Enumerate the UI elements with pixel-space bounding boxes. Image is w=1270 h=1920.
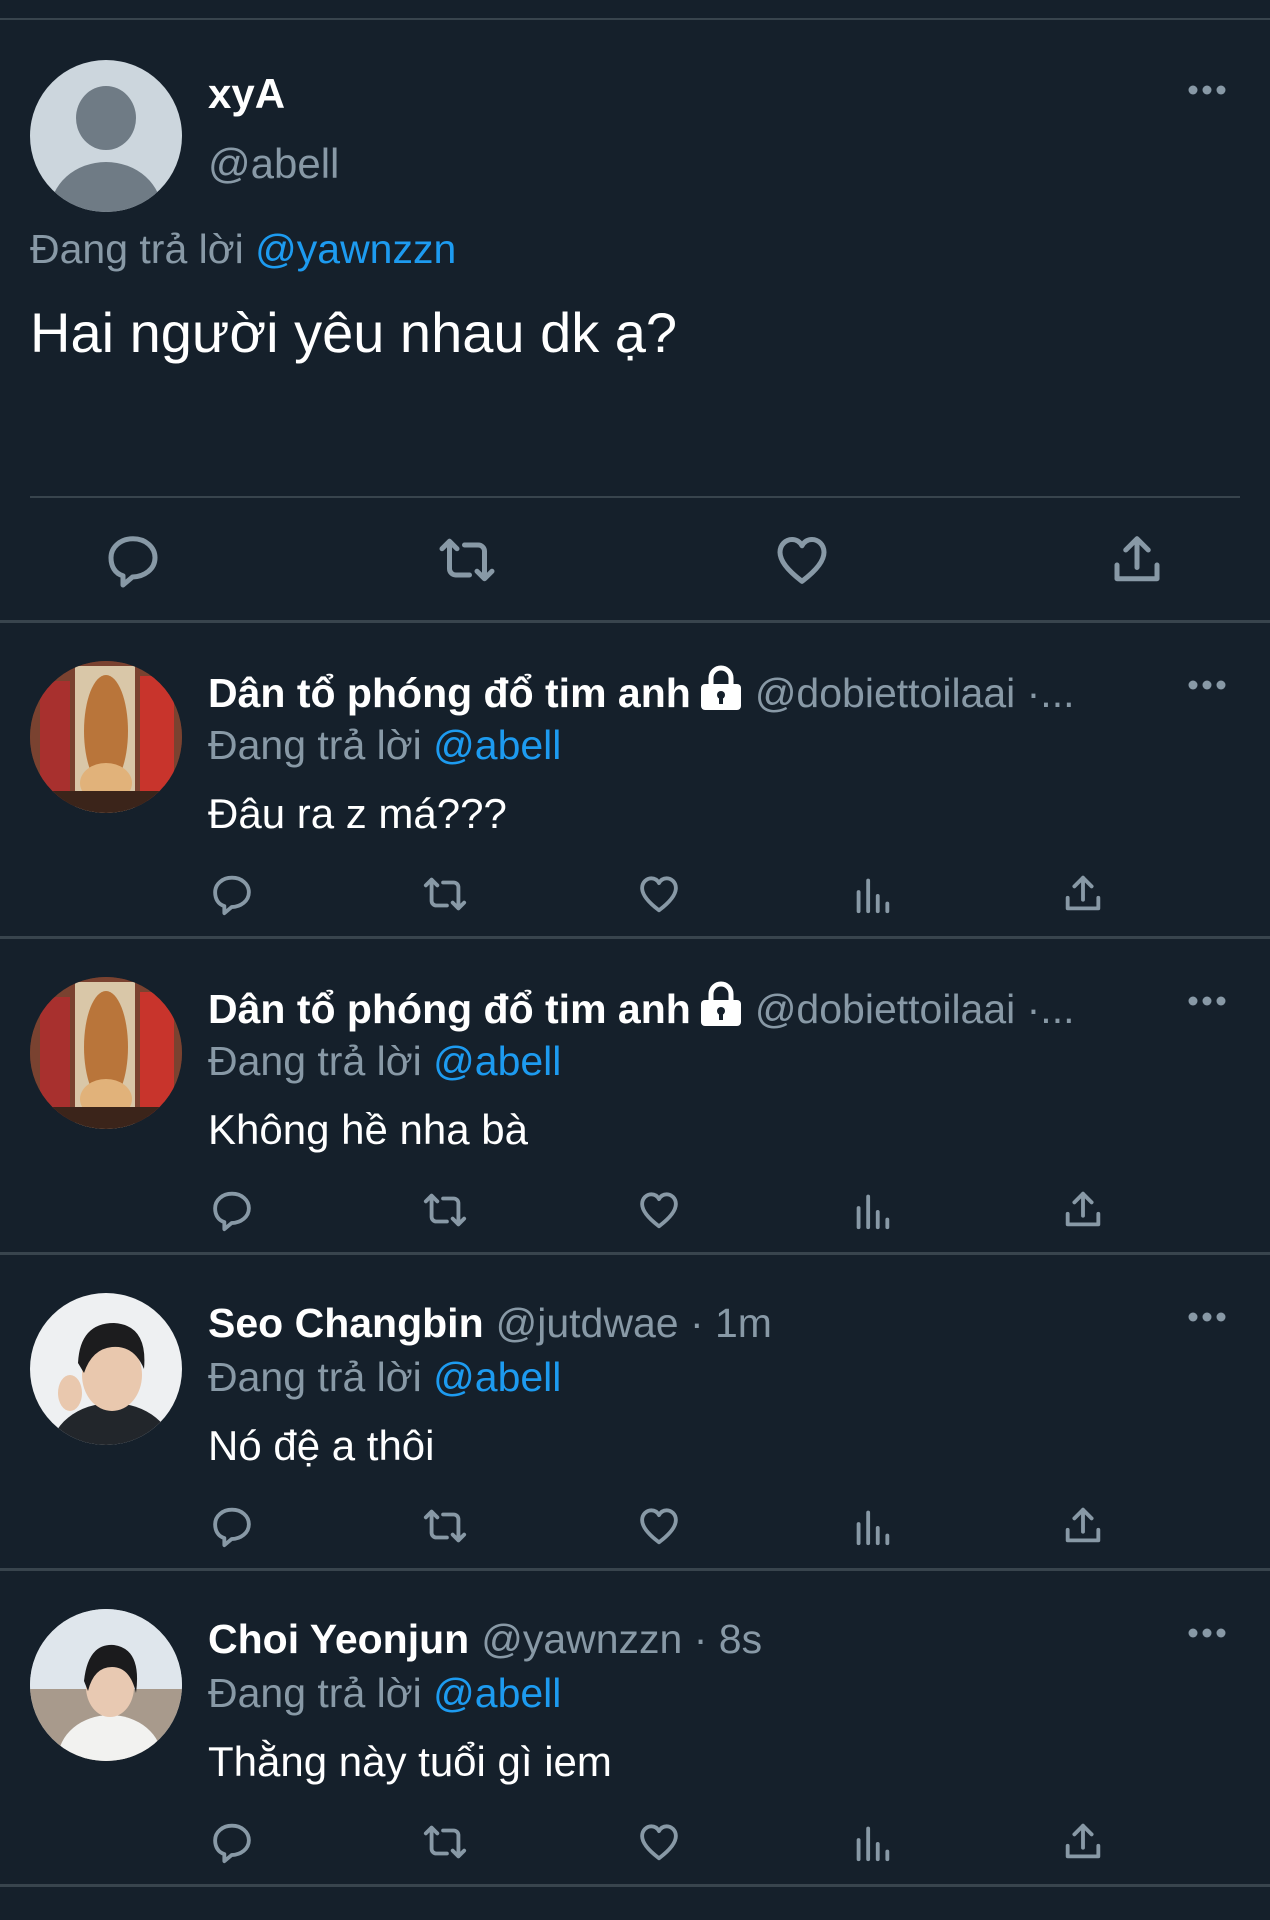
reply-tweet[interactable]: Choi Yeonjun @yawnzzn · 8s Đang trả lời @…	[0, 1571, 1270, 1887]
tweet-text: Nó đệ a thôi	[208, 1422, 435, 1469]
retweet-icon[interactable]	[422, 1187, 468, 1233]
like-icon[interactable]	[636, 1819, 682, 1865]
author-name[interactable]: Dân tổ phóng đổ tim anh	[208, 986, 691, 1032]
author-name[interactable]: Dân tổ phóng đổ tim anh	[208, 670, 691, 716]
analytics-icon[interactable]	[849, 871, 895, 917]
more-options-icon[interactable]	[1188, 995, 1226, 1007]
like-icon[interactable]	[636, 1187, 682, 1233]
replying-to-mention[interactable]: @abell	[433, 1354, 561, 1400]
author-name[interactable]: Seo Changbin	[208, 1300, 484, 1346]
more-options-icon[interactable]	[1188, 679, 1226, 691]
author-handle-time[interactable]: @jutdwae · 1m	[496, 1300, 772, 1346]
author-handle-time[interactable]: @dobiettoilaai ·...	[755, 670, 1075, 716]
analytics-icon[interactable]	[849, 1819, 895, 1865]
replying-to-mention[interactable]: @abell	[433, 722, 561, 768]
reply-tweet[interactable]: Dân tổ phóng đổ tim anh @dobiettoilaai ·…	[0, 623, 1270, 939]
share-icon[interactable]	[1060, 1819, 1106, 1865]
avatar[interactable]	[30, 661, 182, 813]
author-handle-time[interactable]: @yawnzzn · 8s	[481, 1616, 762, 1662]
like-icon[interactable]	[636, 871, 682, 917]
divider	[30, 496, 1240, 498]
replying-to-mention[interactable]: @abell	[433, 1038, 561, 1084]
replying-to-mention[interactable]: @abell	[433, 1670, 561, 1716]
more-options-icon[interactable]	[1188, 84, 1226, 96]
share-icon[interactable]	[1060, 871, 1106, 917]
reply-icon[interactable]	[209, 1819, 255, 1865]
replying-to-label: Đang trả lời @abell	[208, 1354, 562, 1400]
share-icon[interactable]	[1060, 1503, 1106, 1549]
replying-to-label: Đang trả lời @abell	[208, 722, 562, 768]
share-icon[interactable]	[1060, 1187, 1106, 1233]
avatar[interactable]	[30, 977, 182, 1129]
author-name[interactable]: Choi Yeonjun	[208, 1616, 469, 1662]
lock-icon	[700, 981, 741, 1026]
share-icon[interactable]	[1107, 530, 1167, 590]
tweet-header: Dân tổ phóng đổ tim anh @dobiettoilaai ·…	[208, 665, 1160, 719]
replying-to-label: Đang trả lời @yawnzzn	[30, 226, 457, 272]
lock-icon	[700, 665, 741, 710]
author-handle[interactable]: @abell	[208, 140, 339, 188]
avatar[interactable]	[30, 1609, 182, 1761]
analytics-icon[interactable]	[849, 1187, 895, 1233]
reply-tweet[interactable]: Dân tổ phóng đổ tim anh @dobiettoilaai ·…	[0, 939, 1270, 1255]
reply-icon[interactable]	[209, 1187, 255, 1233]
reply-icon[interactable]	[103, 530, 163, 590]
replying-to-mention[interactable]: @yawnzzn	[255, 226, 456, 272]
tweet-actions	[0, 871, 1270, 931]
more-options-icon[interactable]	[1188, 1627, 1226, 1639]
like-icon[interactable]	[772, 530, 832, 590]
retweet-icon[interactable]	[422, 871, 468, 917]
retweet-icon[interactable]	[422, 1819, 468, 1865]
tweet-text: Hai người yêu nhau dk ạ?	[30, 301, 678, 364]
tweet-header: Choi Yeonjun @yawnzzn · 8s	[208, 1613, 1160, 1665]
tweet-actions	[0, 530, 1270, 610]
tweet-text: Thằng này tuổi gì iem	[208, 1738, 612, 1785]
tweet-actions	[0, 1819, 1270, 1879]
author-handle-time[interactable]: @dobiettoilaai ·...	[755, 986, 1075, 1032]
tweet-header: Dân tổ phóng đổ tim anh @dobiettoilaai ·…	[208, 981, 1160, 1035]
replying-to-label: Đang trả lời @abell	[208, 1670, 562, 1716]
like-icon[interactable]	[636, 1503, 682, 1549]
default-avatar-icon[interactable]	[30, 60, 182, 212]
reply-icon[interactable]	[209, 871, 255, 917]
main-tweet: xyA @abell Đang trả lời @yawnzzn Hai ngư…	[0, 20, 1270, 623]
reply-tweet[interactable]: Seo Changbin @jutdwae · 1m Đang trả lời @…	[0, 1255, 1270, 1571]
analytics-icon[interactable]	[849, 1503, 895, 1549]
top-divider	[0, 0, 1270, 20]
retweet-icon[interactable]	[437, 530, 497, 590]
more-options-icon[interactable]	[1188, 1311, 1226, 1323]
tweet-header: Seo Changbin @jutdwae · 1m	[208, 1297, 1160, 1349]
replying-to-label: Đang trả lời @abell	[208, 1038, 562, 1084]
retweet-icon[interactable]	[422, 1503, 468, 1549]
author-name[interactable]: xyA	[208, 70, 285, 118]
avatar[interactable]	[30, 1293, 182, 1445]
tweet-text: Đâu ra z má???	[208, 790, 507, 837]
tweet-actions	[0, 1187, 1270, 1247]
tweet-text: Không hề nha bà	[208, 1106, 528, 1153]
reply-icon[interactable]	[209, 1503, 255, 1549]
reply-list: Dân tổ phóng đổ tim anh @dobiettoilaai ·…	[0, 623, 1270, 1887]
tweet-actions	[0, 1503, 1270, 1563]
